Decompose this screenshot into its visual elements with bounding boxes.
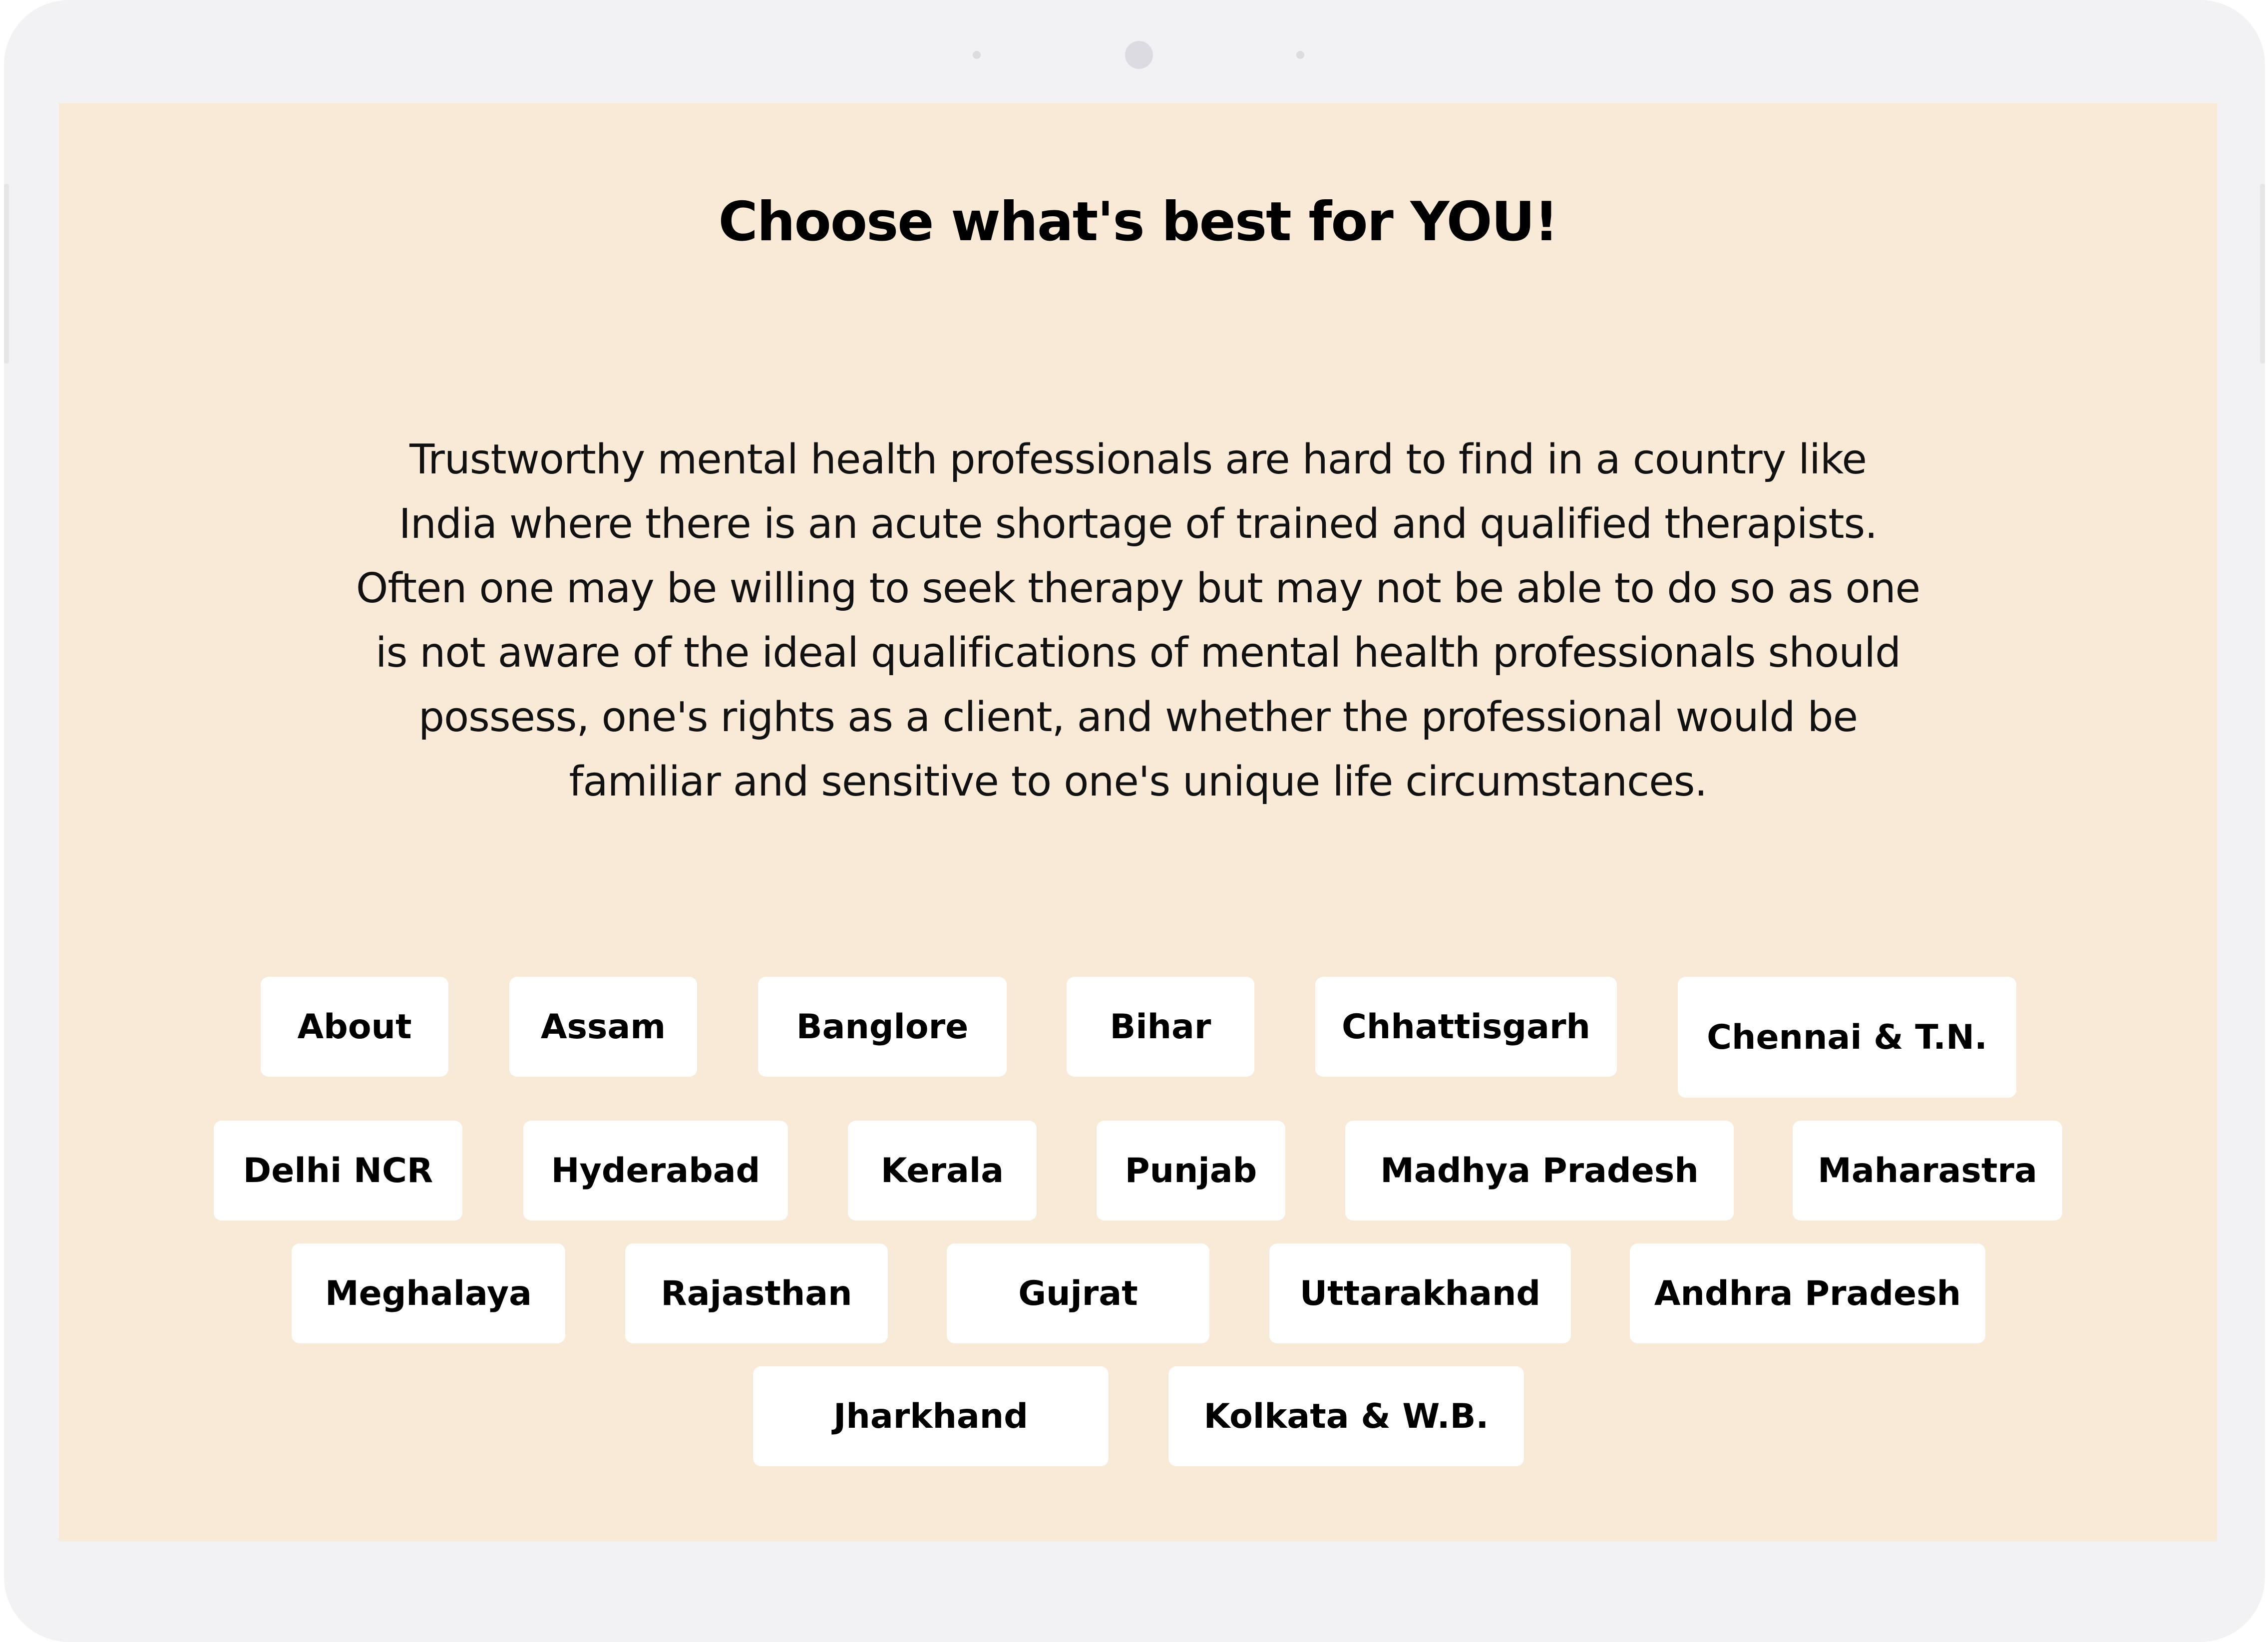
sensor-dot-left: [973, 51, 981, 59]
region-button-assam[interactable]: Assam: [509, 977, 697, 1077]
intro-line: familiar and sensitive to one's unique l…: [569, 758, 1708, 806]
intro-line: possess, one's rights as a client, and w…: [418, 694, 1858, 741]
intro-paragraph: Trustworthy mental health professionals …: [279, 427, 1997, 814]
region-button-kolkata-wb[interactable]: Kolkata & W.B.: [1168, 1366, 1524, 1466]
intro-line: India where there is an acute shortage o…: [398, 500, 1878, 548]
region-button-meghalaya[interactable]: Meghalaya: [292, 1243, 565, 1343]
tablet-frame: Choose what's best for YOU! Trustworthy …: [4, 0, 2265, 1642]
region-button-punjab[interactable]: Punjab: [1097, 1121, 1285, 1221]
region-button-kerala[interactable]: Kerala: [848, 1121, 1037, 1221]
region-button-gujrat[interactable]: Gujrat: [947, 1243, 1209, 1343]
region-button-delhi-ncr[interactable]: Delhi NCR: [214, 1121, 462, 1221]
region-button-chhattisgarh[interactable]: Chhattisgarh: [1315, 977, 1617, 1077]
region-button-madhya-pradesh[interactable]: Madhya Pradesh: [1345, 1121, 1734, 1221]
camera-icon: [1125, 41, 1153, 69]
region-button-rajasthan[interactable]: Rajasthan: [625, 1243, 888, 1343]
side-button-left: [4, 184, 9, 364]
region-button-chennai-tn[interactable]: Chennai & T.N.: [1678, 977, 2016, 1098]
intro-line: Trustworthy mental health professionals …: [409, 436, 1867, 483]
page-screen: Choose what's best for YOU! Trustworthy …: [59, 103, 2217, 1541]
region-button-hyderabad[interactable]: Hyderabad: [523, 1121, 788, 1221]
region-button-bihar[interactable]: Bihar: [1067, 977, 1254, 1077]
region-button-uttarakhand[interactable]: Uttarakhand: [1269, 1243, 1571, 1343]
side-button-right: [2260, 184, 2265, 364]
region-button-andhra-pradesh[interactable]: Andhra Pradesh: [1630, 1243, 1985, 1343]
region-button-banglore[interactable]: Banglore: [758, 977, 1007, 1077]
page-title: Choose what's best for YOU!: [718, 191, 1558, 253]
region-button-about[interactable]: About: [261, 977, 448, 1077]
sensor-dot-right: [1296, 51, 1304, 59]
region-button-maharastra[interactable]: Maharastra: [1793, 1121, 2062, 1221]
intro-line: Often one may be willing to seek therapy…: [356, 565, 1920, 612]
intro-line: is not aware of the ideal qualifications…: [375, 629, 1901, 677]
region-button-jharkhand[interactable]: Jharkhand: [753, 1366, 1109, 1466]
